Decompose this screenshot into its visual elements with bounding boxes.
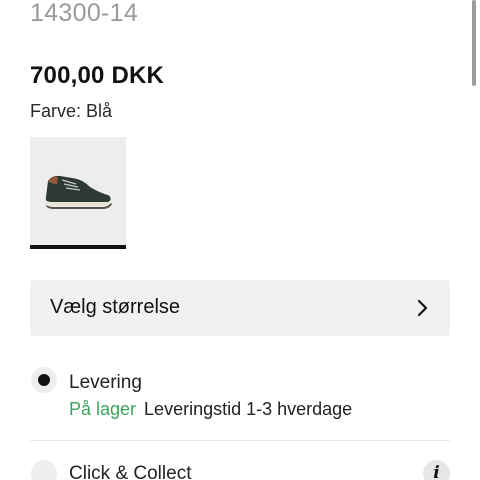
product-sku: 14300-14 (30, 0, 139, 27)
chevron-right-icon (417, 299, 428, 317)
size-select-label: Vælg størrelse (50, 296, 181, 318)
radio-selected-dot (38, 374, 50, 386)
stock-status: På lager (69, 399, 137, 419)
sneaker-thumbnail-image (45, 175, 112, 209)
delivery-stock-info: På lager Leveringstid 1-3 hverdage (69, 399, 352, 420)
click-collect-radio[interactable] (31, 460, 57, 480)
size-select-button[interactable]: Vælg størrelse (30, 280, 450, 336)
info-icon-glyph: i (433, 463, 440, 480)
product-price: 700,00 DKK (30, 62, 165, 89)
swatch-selected-indicator (30, 245, 126, 249)
delivery-radio[interactable] (31, 367, 57, 393)
color-swatch-blue[interactable] (30, 137, 126, 249)
options-divider (30, 440, 450, 441)
product-color: Farve: Blå (30, 101, 113, 121)
click-collect-option-title: Click & Collect (69, 463, 192, 480)
delivery-lead-time: Leveringstid 1-3 hverdage (144, 399, 353, 419)
page-scrollbar[interactable] (472, 0, 476, 86)
info-icon[interactable]: i (423, 460, 450, 480)
delivery-option-title: Levering (69, 372, 142, 393)
